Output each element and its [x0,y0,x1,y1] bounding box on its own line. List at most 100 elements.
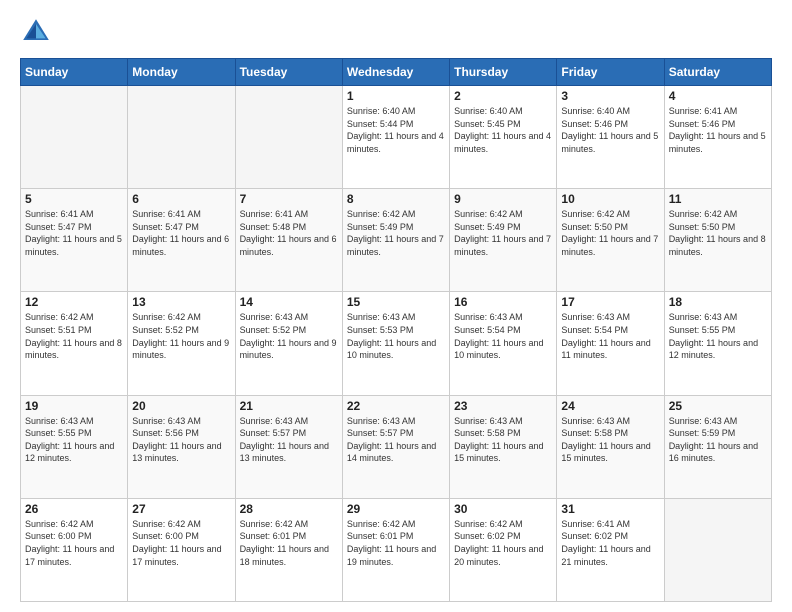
day-number: 4 [669,89,767,103]
calendar-cell: 7 Sunrise: 6:41 AM Sunset: 5:48 PM Daylig… [235,189,342,292]
day-info: Sunrise: 6:42 AM Sunset: 5:52 PM Dayligh… [132,311,230,361]
day-info: Sunrise: 6:41 AM Sunset: 5:47 PM Dayligh… [132,208,230,258]
day-number: 25 [669,399,767,413]
calendar-header-saturday: Saturday [664,59,771,86]
calendar-cell: 15 Sunrise: 6:43 AM Sunset: 5:53 PM Dayli… [342,292,449,395]
day-info: Sunrise: 6:43 AM Sunset: 5:53 PM Dayligh… [347,311,445,361]
calendar-cell: 11Sunrise: 6:42 AM Sunset: 5:50 PM Dayli… [664,189,771,292]
day-info: Sunrise: 6:42 AM Sunset: 5:51 PM Dayligh… [25,311,123,361]
calendar-header-thursday: Thursday [450,59,557,86]
calendar-header-sunday: Sunday [21,59,128,86]
calendar-cell: 17 Sunrise: 6:43 AM Sunset: 5:54 PM Dayli… [557,292,664,395]
day-number: 2 [454,89,552,103]
day-number: 20 [132,399,230,413]
day-number: 18 [669,295,767,309]
calendar-cell: 19Sunrise: 6:43 AM Sunset: 5:55 PM Dayli… [21,395,128,498]
calendar-cell: 21 Sunrise: 6:43 AM Sunset: 5:57 PM Dayli… [235,395,342,498]
day-number: 3 [561,89,659,103]
calendar-cell: 18Sunrise: 6:43 AM Sunset: 5:55 PM Dayli… [664,292,771,395]
day-number: 31 [561,502,659,516]
calendar-cell [664,498,771,601]
calendar-week-1: 1 Sunrise: 6:40 AM Sunset: 5:44 PM Daylig… [21,86,772,189]
calendar-cell: 31Sunrise: 6:41 AM Sunset: 6:02 PM Dayli… [557,498,664,601]
header [20,16,772,48]
calendar-cell: 24Sunrise: 6:43 AM Sunset: 5:58 PM Dayli… [557,395,664,498]
calendar-cell: 2 Sunrise: 6:40 AM Sunset: 5:45 PM Daylig… [450,86,557,189]
calendar-cell: 6 Sunrise: 6:41 AM Sunset: 5:47 PM Daylig… [128,189,235,292]
day-number: 30 [454,502,552,516]
day-number: 1 [347,89,445,103]
calendar-cell: 22Sunrise: 6:43 AM Sunset: 5:57 PM Dayli… [342,395,449,498]
calendar-cell [128,86,235,189]
calendar-cell [235,86,342,189]
calendar-cell: 13 Sunrise: 6:42 AM Sunset: 5:52 PM Dayli… [128,292,235,395]
day-info: Sunrise: 6:43 AM Sunset: 5:56 PM Dayligh… [132,415,230,465]
page: SundayMondayTuesdayWednesdayThursdayFrid… [0,0,792,612]
day-info: Sunrise: 6:40 AM Sunset: 5:45 PM Dayligh… [454,105,552,155]
calendar-week-4: 19Sunrise: 6:43 AM Sunset: 5:55 PM Dayli… [21,395,772,498]
day-number: 22 [347,399,445,413]
calendar-cell: 3Sunrise: 6:40 AM Sunset: 5:46 PM Daylig… [557,86,664,189]
day-info: Sunrise: 6:43 AM Sunset: 5:55 PM Dayligh… [25,415,123,465]
calendar-cell: 20 Sunrise: 6:43 AM Sunset: 5:56 PM Dayli… [128,395,235,498]
calendar-cell: 9 Sunrise: 6:42 AM Sunset: 5:49 PM Daylig… [450,189,557,292]
day-info: Sunrise: 6:42 AM Sunset: 5:49 PM Dayligh… [347,208,445,258]
calendar-cell: 16 Sunrise: 6:43 AM Sunset: 5:54 PM Dayli… [450,292,557,395]
day-number: 6 [132,192,230,206]
day-number: 5 [25,192,123,206]
day-number: 15 [347,295,445,309]
calendar-cell [21,86,128,189]
calendar-table: SundayMondayTuesdayWednesdayThursdayFrid… [20,58,772,602]
calendar-cell: 28 Sunrise: 6:42 AM Sunset: 6:01 PM Dayli… [235,498,342,601]
calendar-cell: 10Sunrise: 6:42 AM Sunset: 5:50 PM Dayli… [557,189,664,292]
day-info: Sunrise: 6:42 AM Sunset: 5:50 PM Dayligh… [669,208,767,258]
calendar-cell: 1 Sunrise: 6:40 AM Sunset: 5:44 PM Daylig… [342,86,449,189]
calendar-cell: 4Sunrise: 6:41 AM Sunset: 5:46 PM Daylig… [664,86,771,189]
day-info: Sunrise: 6:43 AM Sunset: 5:59 PM Dayligh… [669,415,767,465]
day-info: Sunrise: 6:42 AM Sunset: 6:02 PM Dayligh… [454,518,552,568]
day-number: 21 [240,399,338,413]
day-info: Sunrise: 6:43 AM Sunset: 5:54 PM Dayligh… [561,311,659,361]
calendar-cell: 12 Sunrise: 6:42 AM Sunset: 5:51 PM Dayli… [21,292,128,395]
day-number: 12 [25,295,123,309]
day-number: 13 [132,295,230,309]
day-number: 16 [454,295,552,309]
day-info: Sunrise: 6:41 AM Sunset: 5:47 PM Dayligh… [25,208,123,258]
day-number: 9 [454,192,552,206]
calendar-header-friday: Friday [557,59,664,86]
day-number: 7 [240,192,338,206]
day-info: Sunrise: 6:42 AM Sunset: 6:01 PM Dayligh… [240,518,338,568]
calendar-header-wednesday: Wednesday [342,59,449,86]
day-number: 27 [132,502,230,516]
day-info: Sunrise: 6:42 AM Sunset: 6:00 PM Dayligh… [25,518,123,568]
calendar-cell: 29 Sunrise: 6:42 AM Sunset: 6:01 PM Dayli… [342,498,449,601]
day-info: Sunrise: 6:42 AM Sunset: 5:49 PM Dayligh… [454,208,552,258]
day-info: Sunrise: 6:43 AM Sunset: 5:57 PM Dayligh… [240,415,338,465]
day-number: 10 [561,192,659,206]
day-number: 23 [454,399,552,413]
day-number: 8 [347,192,445,206]
day-number: 28 [240,502,338,516]
day-info: Sunrise: 6:42 AM Sunset: 6:01 PM Dayligh… [347,518,445,568]
calendar-header-row: SundayMondayTuesdayWednesdayThursdayFrid… [21,59,772,86]
day-number: 29 [347,502,445,516]
calendar-header-monday: Monday [128,59,235,86]
calendar-cell: 25 Sunrise: 6:43 AM Sunset: 5:59 PM Dayli… [664,395,771,498]
calendar-cell: 23Sunrise: 6:43 AM Sunset: 5:58 PM Dayli… [450,395,557,498]
day-info: Sunrise: 6:43 AM Sunset: 5:54 PM Dayligh… [454,311,552,361]
day-info: Sunrise: 6:43 AM Sunset: 5:52 PM Dayligh… [240,311,338,361]
calendar-week-3: 12 Sunrise: 6:42 AM Sunset: 5:51 PM Dayli… [21,292,772,395]
day-info: Sunrise: 6:41 AM Sunset: 5:48 PM Dayligh… [240,208,338,258]
day-number: 26 [25,502,123,516]
logo-icon [20,16,52,48]
day-number: 17 [561,295,659,309]
day-number: 24 [561,399,659,413]
calendar-week-5: 26 Sunrise: 6:42 AM Sunset: 6:00 PM Dayli… [21,498,772,601]
day-number: 14 [240,295,338,309]
calendar-cell: 14 Sunrise: 6:43 AM Sunset: 5:52 PM Dayli… [235,292,342,395]
day-info: Sunrise: 6:40 AM Sunset: 5:44 PM Dayligh… [347,105,445,155]
calendar-cell: 30 Sunrise: 6:42 AM Sunset: 6:02 PM Dayli… [450,498,557,601]
calendar-cell: 8 Sunrise: 6:42 AM Sunset: 5:49 PM Daylig… [342,189,449,292]
calendar-cell: 27Sunrise: 6:42 AM Sunset: 6:00 PM Dayli… [128,498,235,601]
calendar-header-tuesday: Tuesday [235,59,342,86]
